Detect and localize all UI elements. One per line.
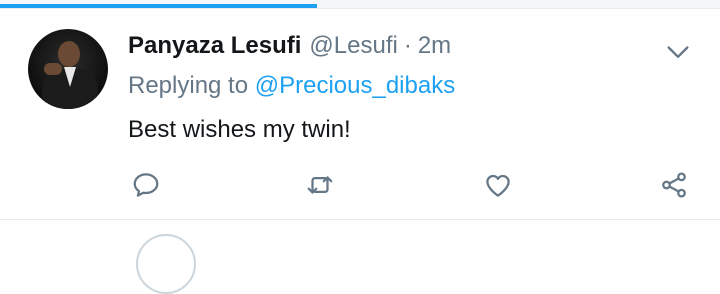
replying-to-line: Replying to @Precious_dibaks <box>128 71 455 101</box>
speech-bubble-icon <box>133 173 159 197</box>
tweet-timestamp[interactable]: 2m <box>418 32 451 59</box>
tweet-actions <box>0 167 720 203</box>
share-icon <box>662 172 686 198</box>
author-name[interactable]: Panyaza Lesufi <box>128 32 301 59</box>
tweet-header: Panyaza Lesufi @Lesufi · 2m <box>128 31 451 61</box>
replying-prefix: Replying to <box>128 72 249 99</box>
retweet-button[interactable] <box>302 167 338 203</box>
like-button[interactable] <box>480 167 516 203</box>
retweet-icon <box>307 176 333 194</box>
next-tweet-avatar <box>136 234 196 294</box>
replying-to-link[interactable]: @Precious_dibaks <box>255 72 455 99</box>
tweet-text: Best wishes my twin! <box>128 116 351 143</box>
bottom-divider <box>0 219 720 220</box>
loading-progress-bar <box>0 0 720 8</box>
author-avatar[interactable] <box>28 29 108 109</box>
chevron-down-icon[interactable] <box>664 37 692 65</box>
heart-icon <box>486 174 510 197</box>
author-handle[interactable]: @Lesufi <box>309 32 397 59</box>
tweet-card[interactable]: Panyaza Lesufi @Lesufi · 2m Replying to @Pr… <box>0 9 720 220</box>
reply-button[interactable] <box>128 167 164 203</box>
separator-dot: · <box>403 32 412 59</box>
share-button[interactable] <box>656 167 692 203</box>
